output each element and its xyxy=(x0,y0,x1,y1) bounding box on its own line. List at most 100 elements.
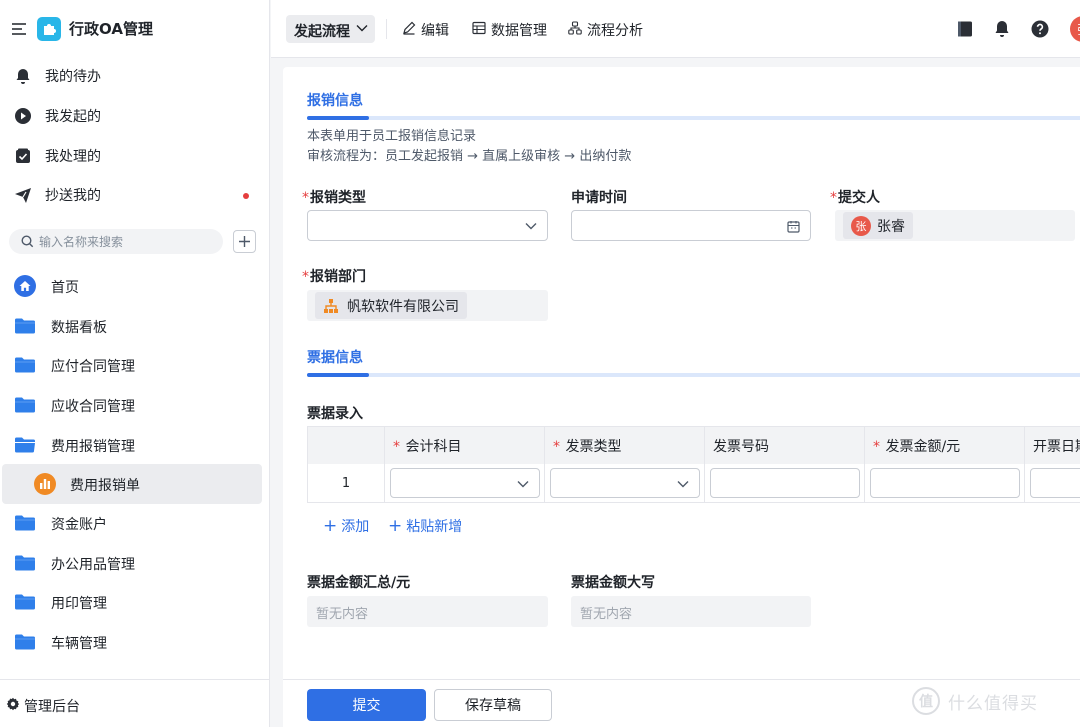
folder-icon xyxy=(15,555,35,571)
amount-uppercase-label: 票据金额大写 xyxy=(571,575,655,591)
folder-icon xyxy=(15,357,35,373)
column-header-invoice-date: 开票日期 xyxy=(1025,427,1080,464)
watermark: 值 什么值得买 xyxy=(912,686,1038,716)
help-icon[interactable] xyxy=(1030,19,1050,39)
edit-button[interactable]: 编辑 xyxy=(402,18,454,40)
tree-item-receivable[interactable]: 应收合同管理 xyxy=(0,385,270,425)
invoice-amount-input[interactable] xyxy=(870,468,1020,498)
submitter-field: 张 张睿 xyxy=(835,210,1075,241)
chevron-down-icon xyxy=(677,481,689,488)
nav-my-handled[interactable]: 我处理的 xyxy=(0,136,270,176)
section-title-invoice-info: 票据信息 xyxy=(307,350,363,366)
start-process-label: 发起流程 xyxy=(294,24,350,40)
tree-item-seal[interactable]: 用印管理 xyxy=(0,582,270,622)
footer-label: 管理后台 xyxy=(24,699,80,715)
admin-console-link[interactable]: 管理后台 xyxy=(0,679,270,727)
folder-icon xyxy=(15,634,35,650)
top-toolbar: 发起流程 编辑 数据管理 流程分析 张 xyxy=(271,0,1080,58)
sidebar: 行政OA管理 我的待办 我发起的 我处理的 抄送我的 首页 数据看板 应付合同管… xyxy=(0,0,270,727)
data-management-label: 数据管理 xyxy=(491,23,547,39)
submitter-name: 张睿 xyxy=(877,218,905,235)
bell-icon xyxy=(16,69,30,84)
expense-type-select[interactable] xyxy=(307,210,548,241)
tree-label: 首页 xyxy=(51,280,79,296)
tree-item-expense-form[interactable]: 费用报销单 xyxy=(2,464,262,504)
apply-time-label: 申请时间 xyxy=(571,190,627,206)
chevron-down-icon xyxy=(517,481,529,488)
folder-icon xyxy=(15,318,35,334)
apply-time-picker[interactable] xyxy=(571,210,811,241)
column-header-invoice-type: * 发票类型 xyxy=(545,427,705,464)
add-item-button[interactable] xyxy=(233,230,256,253)
column-label: 发票类型 xyxy=(565,438,622,455)
add-row-button[interactable]: + 添加 xyxy=(323,516,369,536)
data-management-button[interactable]: 数据管理 xyxy=(472,18,552,40)
play-circle-icon xyxy=(15,108,31,124)
invoice-type-select[interactable] xyxy=(550,468,700,498)
watermark-text: 什么值得买 xyxy=(948,693,1038,714)
process-analysis-button[interactable]: 流程分析 xyxy=(568,18,648,40)
invoice-entry-label: 票据录入 xyxy=(307,406,363,422)
column-label: 开票日期 xyxy=(1033,438,1080,455)
start-process-dropdown[interactable]: 发起流程 xyxy=(286,15,375,43)
account-select[interactable] xyxy=(390,468,540,498)
add-row-label: 添加 xyxy=(341,519,370,535)
tree-item-expense[interactable]: 费用报销管理 xyxy=(0,425,270,465)
tree-label: 数据看板 xyxy=(51,320,107,336)
cell-invoice-date xyxy=(1025,464,1080,502)
submit-button[interactable]: 提交 xyxy=(307,689,426,721)
notification-bell-icon[interactable] xyxy=(992,19,1012,39)
folder-icon xyxy=(15,515,35,531)
plus-icon: + xyxy=(323,516,338,536)
cell-invoice-number xyxy=(705,464,865,502)
invoice-table: * 会计科目 * 发票类型 发票号码 * 发票金额/元 开票日期 1 xyxy=(307,426,1080,503)
watermark-logo: 值 xyxy=(912,687,940,715)
save-draft-button[interactable]: 保存草稿 xyxy=(434,689,552,721)
tree-item-payable[interactable]: 应付合同管理 xyxy=(0,345,270,385)
table-header: * 会计科目 * 发票类型 发票号码 * 发票金额/元 开票日期 xyxy=(307,427,1080,464)
tree-item-vehicle[interactable]: 车辆管理 xyxy=(0,622,270,662)
search-input[interactable] xyxy=(39,229,219,254)
nav-cc-me[interactable]: 抄送我的 xyxy=(0,175,270,215)
process-analysis-label: 流程分析 xyxy=(587,23,643,39)
search-icon xyxy=(21,235,34,248)
app-name: 行政OA管理 xyxy=(69,20,153,38)
field-label-text: 提交人 xyxy=(838,190,880,206)
total-amount-label: 票据金额汇总/元 xyxy=(307,575,411,591)
tree-item-dashboard[interactable]: 数据看板 xyxy=(0,306,270,346)
send-icon xyxy=(15,188,31,203)
required-mark: * xyxy=(553,438,560,455)
field-label-text: 报销部门 xyxy=(310,269,366,285)
folder-icon xyxy=(15,397,35,413)
column-label: 发票金额/元 xyxy=(885,438,961,455)
submitter-avatar: 张 xyxy=(851,215,871,236)
invoice-number-input[interactable] xyxy=(710,468,860,498)
column-header-invoice-amount: * 发票金额/元 xyxy=(865,427,1025,464)
book-icon[interactable] xyxy=(955,19,975,39)
paste-add-button[interactable]: + 粘贴新增 xyxy=(388,516,462,536)
total-amount-field: 暂无内容 xyxy=(307,596,548,627)
section-divider xyxy=(307,373,1080,377)
table-icon xyxy=(472,21,486,35)
table-row: 1 xyxy=(307,464,1080,502)
tree-item-office-supplies[interactable]: 办公用品管理 xyxy=(0,543,270,583)
field-label-text: 报销类型 xyxy=(310,190,366,206)
pencil-icon xyxy=(403,21,416,35)
column-label: 会计科目 xyxy=(405,438,462,455)
expense-type-label: *报销类型 xyxy=(302,187,366,207)
user-avatar[interactable]: 张 xyxy=(1070,16,1080,42)
form-description-2: 审核流程为：员工发起报销 → 直属上级审核 → 出纳付款 xyxy=(307,149,632,164)
row-index: 1 xyxy=(307,464,385,502)
nav-my-started[interactable]: 我发起的 xyxy=(0,96,270,136)
tree-item-fund-account[interactable]: 资金账户 xyxy=(0,503,270,543)
cell-invoice-type xyxy=(545,464,705,502)
menu-toggle-icon[interactable] xyxy=(10,20,28,38)
invoice-date-input[interactable] xyxy=(1030,468,1080,498)
nav-my-todo[interactable]: 我的待办 xyxy=(0,56,270,96)
department-field: 帆软软件有限公司 xyxy=(307,290,548,321)
edit-label: 编辑 xyxy=(421,23,449,39)
tree-item-home[interactable]: 首页 xyxy=(0,266,270,306)
section-title-expense-info: 报销信息 xyxy=(307,93,363,109)
bar-chart-icon xyxy=(34,473,56,495)
required-mark: * xyxy=(873,438,880,455)
